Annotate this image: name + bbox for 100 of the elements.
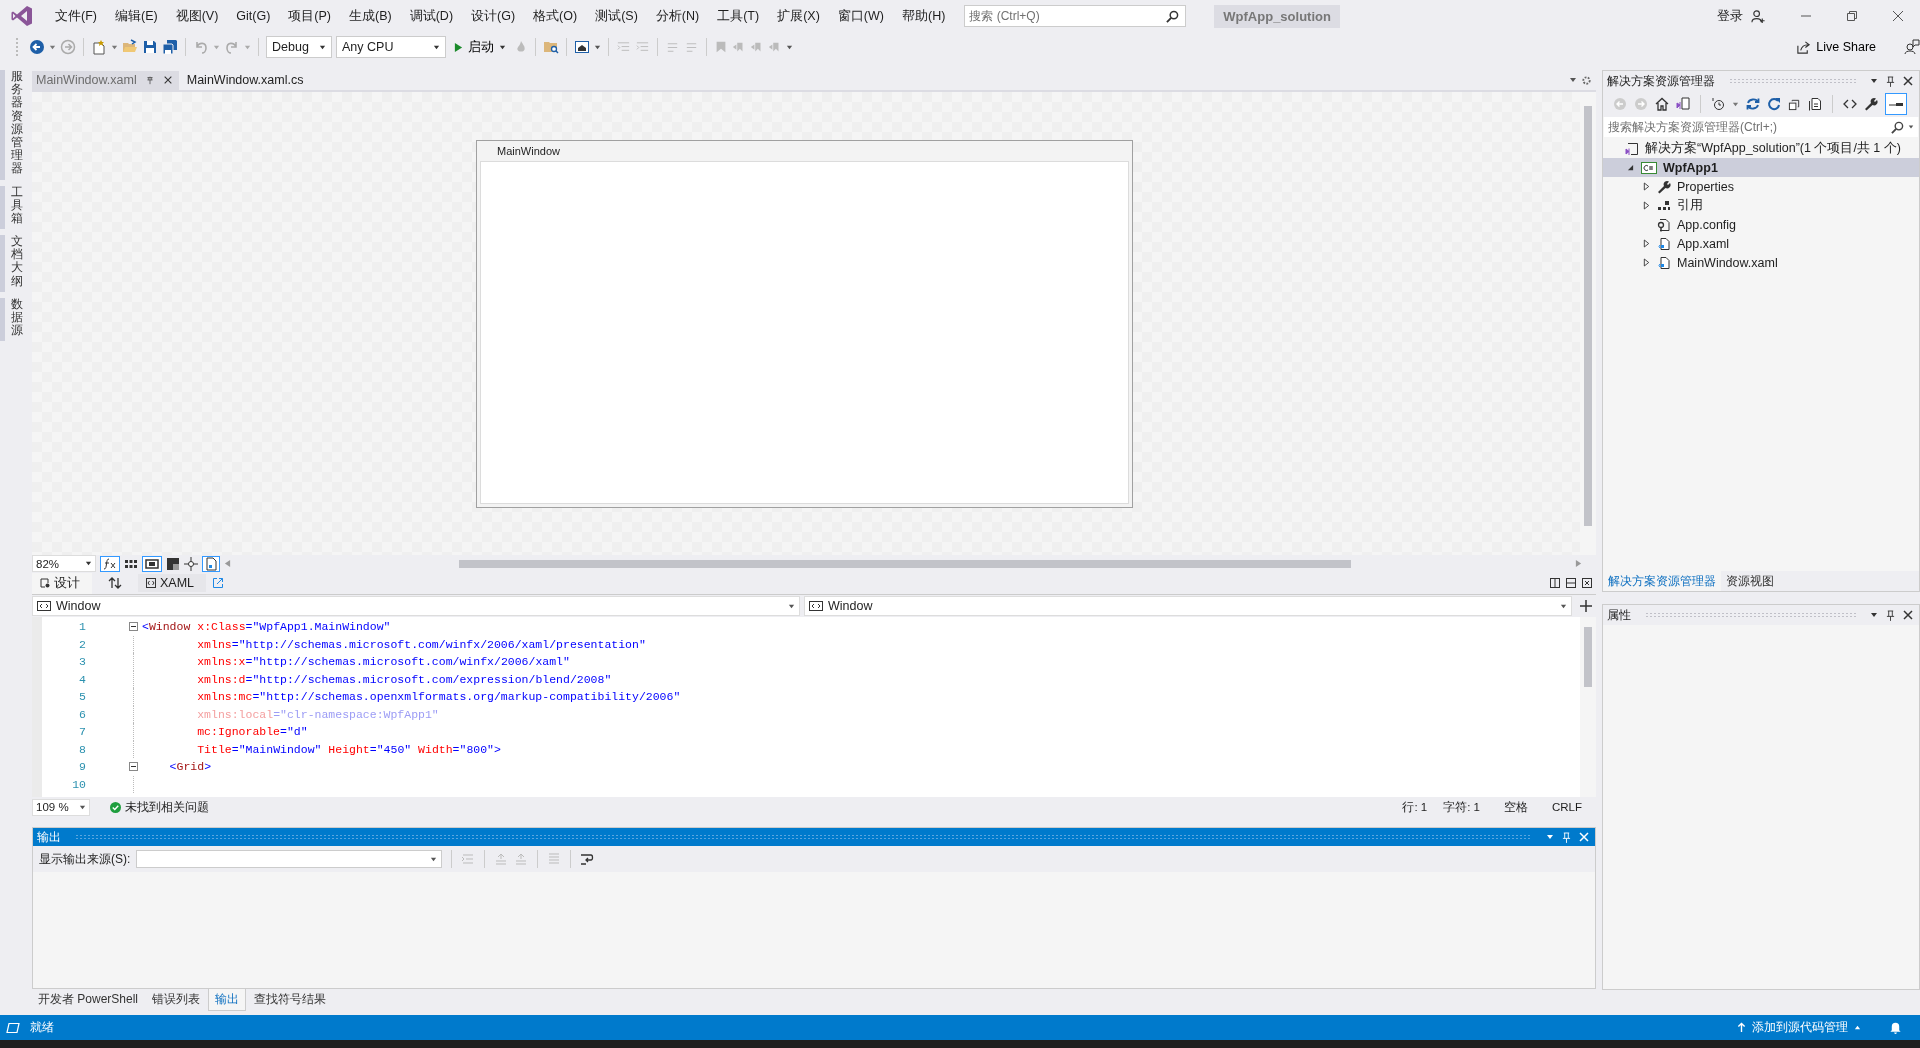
new-project-icon[interactable] [91,39,107,55]
panel-tab[interactable]: 错误列表 [146,989,207,1010]
close-icon[interactable] [162,75,173,85]
close-icon[interactable] [1892,10,1904,22]
menu-item[interactable]: Git(G) [227,9,280,23]
collapsed-icon[interactable] [1642,258,1650,267]
switch-views-icon[interactable] [1676,97,1690,111]
tree-item[interactable]: WpfApp1 [1603,158,1919,177]
home-icon[interactable] [1655,97,1669,111]
configuration-dropdown[interactable]: Debug [266,36,332,58]
panel-tab[interactable]: 查找符号结果 [248,989,333,1010]
collapsed-icon[interactable] [1642,182,1650,191]
open-folder-icon[interactable] [122,39,138,55]
menu-item[interactable]: 项目(P) [279,7,340,25]
caret-icon[interactable] [1569,76,1577,84]
swap-panes-icon[interactable] [108,576,122,590]
collapse-icon[interactable] [128,762,138,772]
live-share-button[interactable]: Live Share [1792,37,1880,57]
view-code-icon[interactable] [1843,97,1857,111]
tree-item[interactable]: App.xaml [1603,234,1919,253]
settings-icon[interactable] [1581,74,1592,86]
close-icon[interactable] [1903,610,1913,620]
word-wrap-icon[interactable] [580,852,595,866]
menu-item[interactable]: 编辑(E) [105,7,167,25]
save-all-icon[interactable] [162,39,178,55]
element-selector[interactable]: Window [804,596,1572,616]
collapsed-icon[interactable] [1642,239,1650,248]
layout-icon[interactable] [142,555,162,572]
refresh-icon[interactable] [1767,97,1781,111]
search-icon [1891,120,1904,134]
menu-item[interactable]: 文件(F) [46,7,106,25]
pin-icon[interactable] [1886,609,1895,621]
tree-item[interactable]: MainWindow.xaml [1603,253,1919,272]
sign-in-link[interactable]: 登录 [1717,7,1743,25]
menu-item[interactable]: 设计(G) [462,7,525,25]
feedback-icon[interactable] [1904,39,1920,55]
checker-icon[interactable] [166,556,180,571]
panel-tab[interactable]: 解决方案资源管理器 [1603,571,1721,591]
collapse-pane-icon[interactable] [1582,578,1592,588]
start-button[interactable]: 启动 [450,36,510,58]
menu-item[interactable]: 测试(S) [586,7,647,25]
close-icon[interactable] [1903,76,1913,86]
collapse-icon[interactable] [128,622,138,632]
source-control-button[interactable]: 添加到源代码管理 [1733,1017,1865,1038]
caret-icon[interactable] [594,43,601,51]
split-horizontal-icon[interactable] [1566,578,1576,588]
caret-icon[interactable] [1870,77,1878,85]
split-icon[interactable] [1580,600,1592,612]
view-tab[interactable]: 设计 [32,572,92,594]
menu-item[interactable]: 格式(O) [524,7,587,25]
pin-icon[interactable] [1886,75,1895,87]
tree-item[interactable]: 解决方案“WpfApp_solution”(1 个项目/共 1 个) [1603,139,1919,158]
collapsed-icon[interactable] [1642,201,1650,210]
back-icon[interactable] [29,39,45,55]
tree-item[interactable]: Properties [1603,177,1919,196]
folder-search-icon[interactable] [543,39,559,55]
preview-toggle-icon[interactable] [1885,93,1907,115]
menu-item[interactable]: 视图(V) [166,7,228,25]
document-tab[interactable]: MainWindow.xaml.cs [182,71,310,90]
menu-item[interactable]: 调试(D) [400,7,463,25]
collapse-all-icon[interactable] [1788,97,1801,111]
view-tab[interactable]: XAML [138,574,207,592]
menu-item[interactable]: 扩展(X) [768,7,829,25]
panel-tab[interactable]: 资源视图 [1721,571,1779,591]
browser-icon[interactable] [574,39,590,55]
menu-item[interactable]: 窗口(W) [828,7,893,25]
history-icon[interactable] [1711,97,1725,111]
code-file-icon[interactable] [202,555,220,572]
user-icon[interactable] [1751,8,1766,24]
caret-icon[interactable] [786,43,793,51]
show-all-files-icon[interactable] [1808,97,1822,111]
solution-search-field[interactable]: 搜索解决方案资源管理器(Ctrl+;) [1604,117,1918,137]
save-icon[interactable] [142,39,158,55]
panel-tab[interactable]: 输出 [208,989,247,1011]
menu-item[interactable]: 工具(T) [708,7,769,25]
menu-item[interactable]: 分析(N) [646,7,709,25]
zoom-dropdown[interactable]: 109 % [32,798,90,816]
vertical-scrollbar[interactable] [1580,617,1596,797]
document-tab[interactable]: MainWindow.xaml [32,71,179,90]
snap-icon[interactable] [184,556,198,571]
formula-icon[interactable] [100,555,120,572]
platform-dropdown[interactable]: Any CPU [336,36,446,58]
caret-icon[interactable] [1870,611,1878,619]
tree-item[interactable]: App.config [1603,215,1919,234]
search-field[interactable]: 搜索 (Ctrl+Q) [964,5,1187,27]
split-vertical-icon[interactable] [1550,578,1560,588]
wrench-icon[interactable] [1864,97,1878,111]
popout-icon[interactable] [212,577,225,589]
issues-status[interactable]: 未找到相关问题 [125,799,209,815]
element-selector[interactable]: Window [32,596,800,616]
tree-item[interactable]: 引用 [1603,196,1919,215]
menu-item[interactable]: 帮助(H) [892,7,955,25]
vertical-scrollbar[interactable] [1580,92,1596,555]
notification-icon[interactable] [1889,1021,1902,1034]
expanded-icon[interactable] [1626,164,1634,171]
menu-item[interactable]: 生成(B) [340,7,401,25]
zoom-dropdown[interactable]: 82% [32,555,96,572]
restore-icon[interactable] [1846,10,1858,22]
panel-tab[interactable]: 开发者 PowerShell [32,989,145,1010]
sync-icon[interactable] [1746,97,1760,111]
